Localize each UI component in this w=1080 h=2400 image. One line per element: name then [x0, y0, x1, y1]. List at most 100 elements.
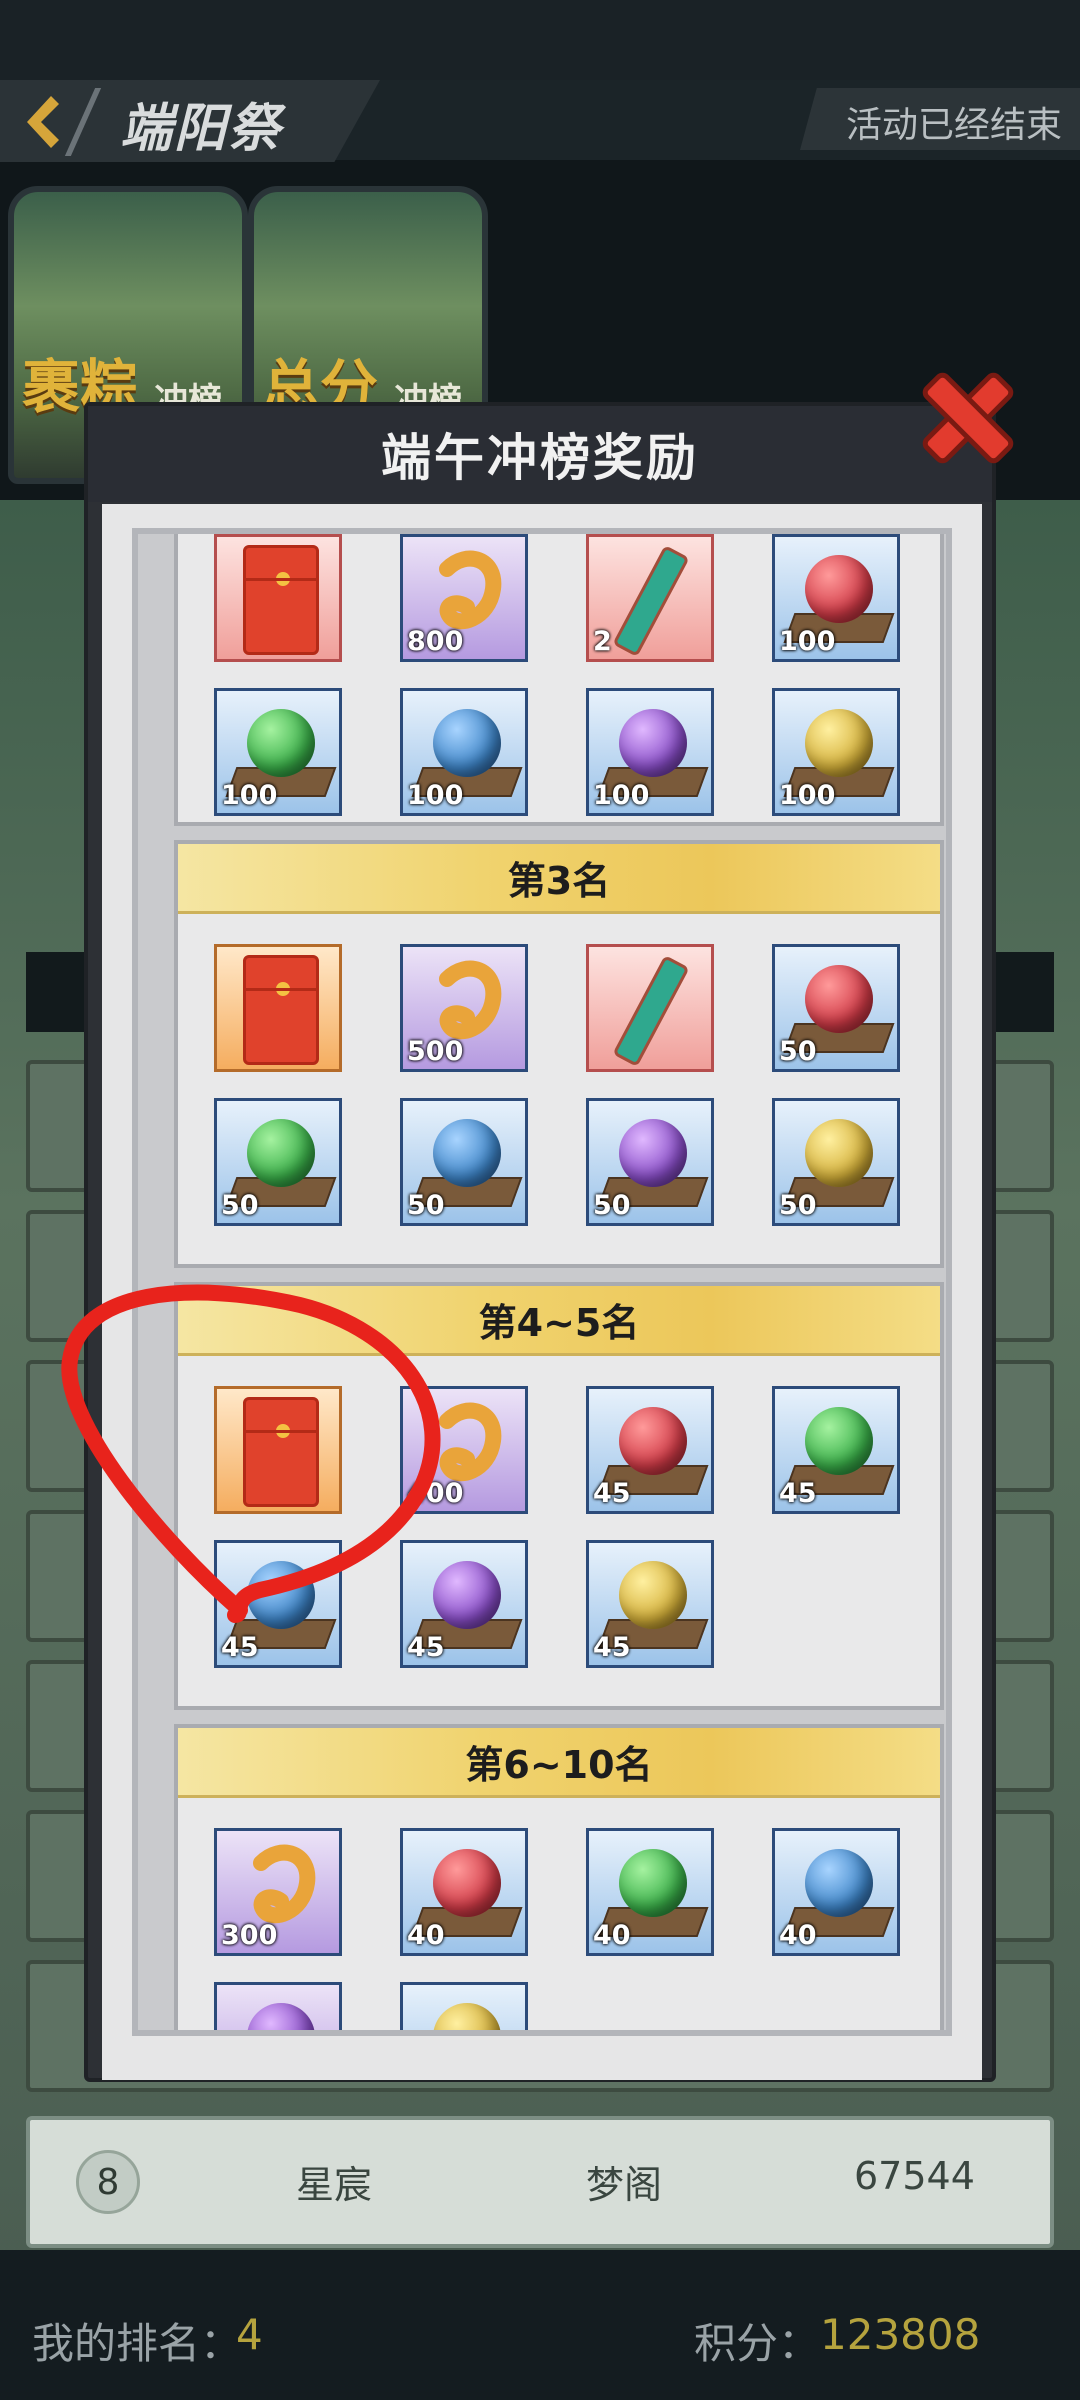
item-quantity: 100: [221, 780, 278, 811]
item-quantity: 50: [407, 1190, 445, 1221]
red-envelope-icon: [243, 1397, 319, 1507]
my-rank-label: 我的排名：: [32, 2319, 243, 2368]
item-quantity: 400: [407, 1478, 464, 1509]
chevron-left-icon: [27, 96, 59, 148]
reward-item[interactable]: [400, 1982, 528, 2030]
reward-item[interactable]: 50: [214, 1098, 342, 1226]
modal-title: 端午冲榜奖励: [381, 429, 699, 487]
event-status: 活动已经结束: [845, 105, 1062, 146]
leaderboard-row-8[interactable]: 8 星宸 梦阁 67544: [26, 2116, 1054, 2248]
reward-item[interactable]: 45: [400, 1540, 528, 1668]
reward-item[interactable]: 45: [586, 1386, 714, 1514]
green-orb-icon: [247, 709, 315, 777]
reward-list-content: 800 2 100 100 100 100 100 第3名 500 50 50 50 50 50 第4~5名…: [174, 534, 944, 2030]
reward-section: 第3名 500 50 50 50 50 50: [174, 840, 944, 1268]
reward-item[interactable]: 100: [214, 688, 342, 816]
item-quantity: 50: [779, 1190, 817, 1221]
item-quantity: 100: [407, 780, 464, 811]
reward-scroll-list[interactable]: 800 2 100 100 100 100 100 第3名 500 50 50 50 50 50 第4~5名…: [132, 528, 952, 2036]
green-orb-icon: [247, 1119, 315, 1187]
envelope-seal: [276, 572, 290, 586]
item-quantity: 45: [593, 1632, 631, 1663]
reward-modal: 端午冲榜奖励 800 2 100 100 100 100 100 第3名 500 50 50 50 50…: [84, 402, 996, 2082]
modal-body: 800 2 100 100 100 100 100 第3名 500 50 50 50 50 50 第4~5名…: [102, 504, 982, 2080]
scroll-icon: [612, 544, 690, 658]
section-title: 第4~5名: [478, 1301, 640, 1345]
green-orb-icon: [619, 1849, 687, 1917]
close-button[interactable]: [912, 362, 1024, 474]
reward-item[interactable]: 800: [400, 534, 528, 662]
my-score-label: 积分：: [694, 2319, 821, 2368]
reward-item[interactable]: 100: [400, 688, 528, 816]
section-header: 第4~5名: [178, 1286, 940, 1356]
item-quantity: 50: [593, 1190, 631, 1221]
reward-item[interactable]: 50: [586, 1098, 714, 1226]
item-quantity: 40: [779, 1920, 817, 1951]
close-icon: [922, 372, 1014, 464]
purple-orb-icon: [619, 709, 687, 777]
item-quantity: 2: [593, 626, 612, 657]
item-quantity: 45: [221, 1632, 259, 1663]
reward-item[interactable]: [214, 1386, 342, 1514]
section-header: 第3名: [178, 844, 940, 914]
envelope-seal: [276, 982, 290, 996]
reward-item[interactable]: 100: [772, 534, 900, 662]
blue-orb-icon: [247, 1561, 315, 1629]
item-quantity: 100: [593, 780, 650, 811]
reward-item[interactable]: 40: [586, 1828, 714, 1956]
purple-orb-icon: [433, 1561, 501, 1629]
my-rank-value: 4: [236, 2310, 263, 2359]
rank-badge: 8: [76, 2150, 140, 2214]
envelope-seal: [276, 1424, 290, 1438]
red-orb-icon: [619, 1407, 687, 1475]
status-strip: [0, 0, 1080, 80]
blue-orb-icon: [433, 1119, 501, 1187]
item-quantity: 50: [779, 1036, 817, 1067]
reward-item[interactable]: 40: [772, 1828, 900, 1956]
reward-item[interactable]: [214, 534, 342, 662]
reward-item[interactable]: [214, 1982, 342, 2030]
reward-item[interactable]: 50: [772, 944, 900, 1072]
reward-item[interactable]: 50: [772, 1098, 900, 1226]
item-quantity: 100: [779, 780, 836, 811]
gold-orb-icon: [805, 1119, 873, 1187]
reward-item[interactable]: 300: [214, 1828, 342, 1956]
red-orb-icon: [433, 1849, 501, 1917]
section-title: 第6~10名: [465, 1743, 653, 1787]
reward-item[interactable]: 400: [400, 1386, 528, 1514]
page-title: 端阳祭: [120, 99, 283, 159]
item-quantity: 45: [779, 1478, 817, 1509]
item-quantity: 50: [221, 1190, 259, 1221]
red-envelope-icon: [243, 955, 319, 1065]
item-quantity: 300: [221, 1920, 278, 1951]
back-button[interactable]: [14, 92, 68, 152]
guild-name: 梦阁: [586, 2163, 663, 2207]
item-quantity: 45: [407, 1632, 445, 1663]
reward-item[interactable]: 45: [214, 1540, 342, 1668]
reward-item[interactable]: 45: [772, 1386, 900, 1514]
reward-item[interactable]: [586, 944, 714, 1072]
reward-item[interactable]: 40: [400, 1828, 528, 1956]
item-quantity: 45: [593, 1478, 631, 1509]
reward-item[interactable]: 2: [586, 534, 714, 662]
reward-item[interactable]: 100: [586, 688, 714, 816]
item-quantity: 800: [407, 626, 464, 657]
purple-orb-icon: [619, 1119, 687, 1187]
red-envelope-icon: [243, 545, 319, 655]
reward-section: 第6~10名 300 40 40 40: [174, 1724, 944, 2030]
scroll-icon: [612, 954, 690, 1068]
green-orb-icon: [805, 1407, 873, 1475]
item-quantity: 40: [407, 1920, 445, 1951]
reward-item[interactable]: 100: [772, 688, 900, 816]
modal-header: 端午冲榜奖励: [88, 406, 992, 502]
reward-item[interactable]: 500: [400, 944, 528, 1072]
reward-item[interactable]: 45: [586, 1540, 714, 1668]
reward-item[interactable]: [214, 944, 342, 1072]
player-name: 星宸: [296, 2163, 373, 2207]
item-quantity: 40: [593, 1920, 631, 1951]
blue-orb-icon: [805, 1849, 873, 1917]
red-orb-icon: [805, 555, 873, 623]
blue-orb-icon: [433, 709, 501, 777]
section-header: 第6~10名: [178, 1728, 940, 1798]
reward-item[interactable]: 50: [400, 1098, 528, 1226]
